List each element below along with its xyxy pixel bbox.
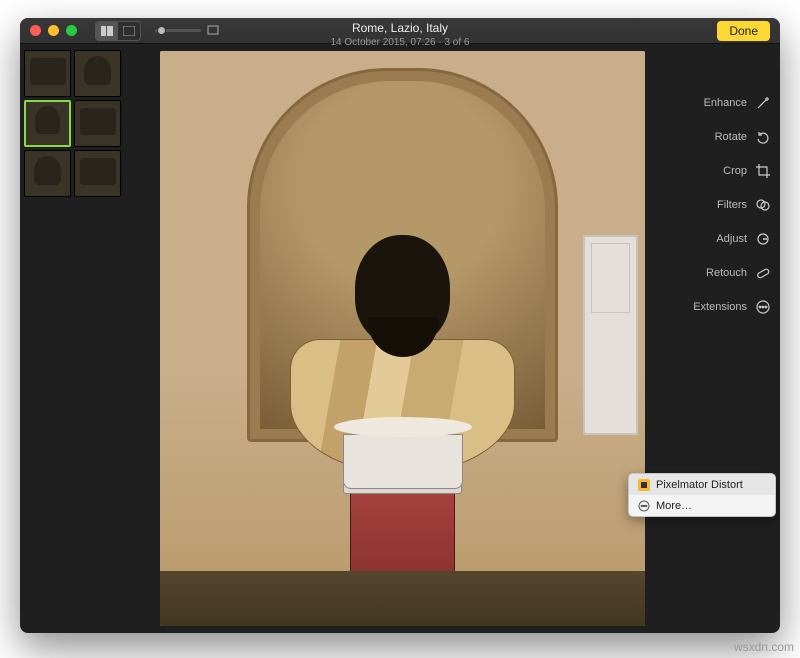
extensions-label: Extensions — [693, 301, 747, 313]
filters-icon — [754, 196, 772, 214]
adjust-label: Adjust — [716, 233, 747, 245]
thumbnail-3[interactable] — [24, 100, 71, 147]
close-button[interactable] — [30, 25, 41, 36]
more-inline-icon — [637, 499, 650, 512]
fullscreen-icon[interactable] — [207, 24, 219, 38]
thumbnails-view-icon[interactable] — [96, 22, 118, 40]
rotate-icon — [754, 128, 772, 146]
crop-tool[interactable]: Crop — [723, 162, 772, 180]
extension-pixelmator-distort[interactable]: Pixelmator Distort — [629, 474, 775, 495]
filters-label: Filters — [717, 199, 747, 211]
adjust-icon — [754, 230, 772, 248]
retouch-label: Retouch — [706, 267, 747, 279]
slider-track[interactable] — [155, 29, 201, 32]
extension-label-0: Pixelmator Distort — [656, 479, 743, 491]
wand-icon — [754, 94, 772, 112]
main-photo[interactable] — [160, 51, 645, 626]
watermark: wsxdn.com — [734, 640, 794, 654]
crop-label: Crop — [723, 165, 747, 177]
rotate-tool[interactable]: Rotate — [715, 128, 772, 146]
thumbnail-2[interactable] — [74, 50, 121, 97]
extensions-dropdown: Pixelmator Distort More… — [628, 473, 776, 517]
slider-knob[interactable] — [157, 26, 166, 35]
titlebar: Rome, Lazio, Italy 14 October 2015, 07:2… — [20, 18, 780, 44]
filters-tool[interactable]: Filters — [717, 196, 772, 214]
more-icon — [754, 298, 772, 316]
minimize-button[interactable] — [48, 25, 59, 36]
thumbnail-6[interactable] — [74, 150, 121, 197]
enhance-tool[interactable]: Enhance — [704, 94, 772, 112]
view-mode-segment[interactable] — [95, 21, 141, 41]
main-image-area — [125, 44, 680, 633]
retouch-tool[interactable]: Retouch — [706, 264, 772, 282]
window-controls — [30, 25, 77, 36]
done-button[interactable]: Done — [717, 21, 770, 41]
thumbnail-1[interactable] — [24, 50, 71, 97]
pixelmator-icon — [637, 478, 650, 491]
extension-more[interactable]: More… — [629, 495, 775, 516]
zoom-slider[interactable] — [155, 24, 219, 38]
extensions-tool[interactable]: Extensions — [693, 298, 772, 316]
thumbnail-5[interactable] — [24, 150, 71, 197]
enhance-label: Enhance — [704, 97, 747, 109]
photos-edit-window: Rome, Lazio, Italy 14 October 2015, 07:2… — [20, 18, 780, 633]
edit-tools: Enhance Rotate Crop Filters — [680, 44, 780, 633]
extension-label-1: More… — [656, 500, 692, 512]
editor-body: Enhance Rotate Crop Filters — [20, 44, 780, 633]
single-view-icon[interactable] — [118, 22, 140, 40]
rotate-label: Rotate — [715, 131, 747, 143]
bandage-icon — [754, 264, 772, 282]
zoom-button[interactable] — [66, 25, 77, 36]
crop-icon — [754, 162, 772, 180]
thumbnail-strip — [20, 44, 125, 633]
adjust-tool[interactable]: Adjust — [716, 230, 772, 248]
thumbnail-4[interactable] — [74, 100, 121, 147]
